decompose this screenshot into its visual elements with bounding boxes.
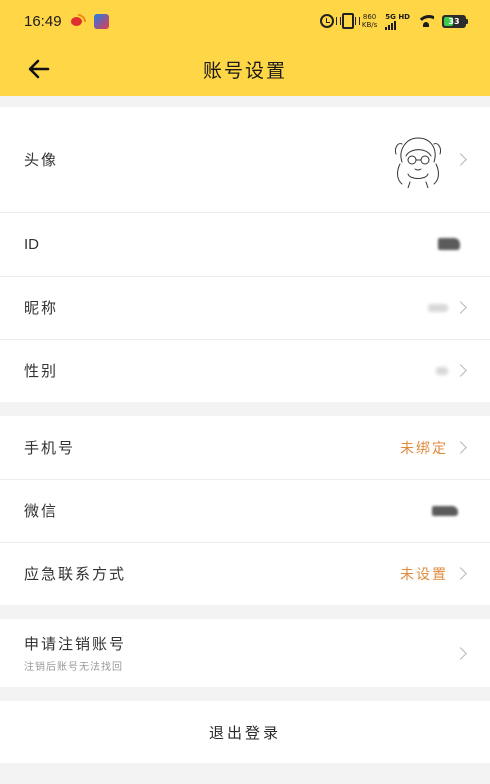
battery-level: 33: [448, 16, 460, 26]
redacted-nickname: [428, 303, 448, 312]
app-notification-icon: [93, 13, 109, 29]
wechat-row[interactable]: 微信: [0, 479, 490, 542]
chevron-right-icon: [454, 153, 467, 166]
net-speed: 860 KB/s: [362, 13, 377, 29]
redacted-wechat: [432, 505, 458, 516]
phone-row[interactable]: 手机号 未绑定: [0, 416, 490, 479]
phone-label: 手机号: [24, 439, 76, 457]
signal-bars-icon: [385, 20, 397, 30]
gender-right: [436, 339, 468, 402]
emergency-contact-value: 未设置: [400, 566, 448, 583]
chevron-right-icon: [454, 646, 467, 660]
status-right: 860 KB/s 5G HD 33: [319, 13, 468, 30]
alarm-icon: [319, 14, 334, 28]
deactivate-group: 申请注销账号 注销后账号无法找回: [0, 619, 490, 687]
gender-label: 性别: [24, 362, 59, 380]
chevron-right-icon: [454, 301, 467, 314]
net-speed-unit: KB/s: [361, 21, 378, 29]
avatar-row[interactable]: 头像: [0, 107, 490, 212]
id-label: ID: [24, 235, 39, 253]
emergency-contact-row[interactable]: 应急联系方式 未设置: [0, 542, 490, 605]
deactivate-label: 申请注销账号: [24, 635, 127, 653]
profile-group: 头像 ID 昵称 性别: [0, 107, 490, 402]
app-header: 16:49 860 KB/s 5G HD 33 账号设置: [0, 0, 490, 96]
id-right: [438, 212, 460, 276]
network-label: 5G HD: [385, 12, 410, 21]
cell-signal: 5G HD: [385, 13, 410, 30]
nickname-row[interactable]: 昵称: [0, 276, 490, 339]
wechat-right: [432, 479, 458, 542]
redacted-id: [438, 238, 460, 250]
deactivate-sublabel: 注销后账号无法找回: [24, 662, 123, 673]
emergency-contact-right: 未设置: [400, 542, 468, 605]
status-bar: 16:49 860 KB/s 5G HD 33: [0, 0, 490, 42]
chevron-right-icon: [454, 364, 467, 377]
deactivate-text: 申请注销账号 注销后账号无法找回: [24, 633, 126, 673]
id-row: ID: [0, 212, 490, 276]
avatar-label: 头像: [24, 151, 59, 169]
nav-bar: 账号设置: [0, 42, 490, 96]
deactivate-right: [454, 619, 468, 687]
net-speed-value: 860: [362, 13, 377, 21]
avatar: [395, 136, 441, 188]
avatar-right: [388, 107, 468, 212]
phone-value: 未绑定: [400, 440, 448, 457]
battery-icon: 33: [442, 14, 468, 28]
emergency-contact-label: 应急联系方式: [24, 565, 127, 583]
binding-group: 手机号 未绑定 微信 应急联系方式 未设置: [0, 416, 490, 605]
vibrate-icon: [335, 13, 360, 29]
chevron-right-icon: [454, 441, 467, 454]
weibo-notification-icon: [70, 14, 86, 28]
redacted-gender: [436, 366, 448, 375]
status-left: 16:49: [24, 13, 109, 30]
logout-label: 退出登录: [208, 723, 281, 742]
chevron-right-icon: [454, 567, 467, 580]
logout-button[interactable]: 退出登录: [0, 701, 490, 763]
battery-body: 33: [442, 14, 466, 28]
page-title: 账号设置: [202, 59, 287, 82]
wechat-label: 微信: [24, 502, 59, 520]
arrow-left-icon: [28, 59, 50, 79]
deactivate-account-row[interactable]: 申请注销账号 注销后账号无法找回: [0, 619, 490, 687]
wifi-icon: [418, 15, 434, 27]
nickname-label: 昵称: [24, 299, 59, 317]
battery-tip: [466, 18, 468, 24]
phone-right: 未绑定: [400, 416, 468, 479]
status-time: 16:49: [24, 12, 62, 30]
nickname-right: [428, 276, 468, 339]
back-button[interactable]: [22, 52, 56, 86]
gender-row[interactable]: 性别: [0, 339, 490, 402]
